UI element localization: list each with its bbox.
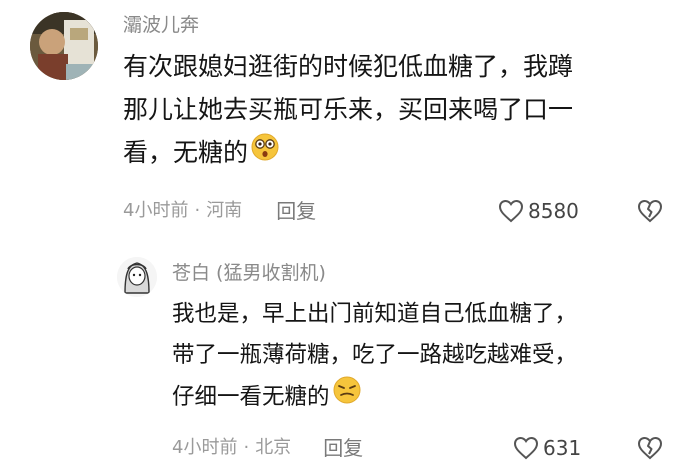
reply-text-line: 仔细一看无糖的 [172, 376, 577, 418]
comment-location: 河南 [206, 200, 243, 221]
broken-heart-icon [637, 436, 663, 460]
reply-like-button[interactable]: 631 [513, 436, 581, 460]
shocked-face-emoji [251, 131, 279, 174]
comment-time: 4小时前 [123, 200, 189, 221]
comment-text-line: 那儿让她去买瓶可乐来，买回来喝了口一 [123, 95, 574, 124]
reply-reply-button[interactable]: 回复 [323, 436, 363, 460]
like-count: 8580 [528, 199, 579, 223]
comment-text-line: 有次跟媳妇逛街的时候犯低血糖了，我蹲 [123, 52, 574, 81]
heart-icon [513, 436, 539, 460]
reply-text-line-3: 仔细一看无糖的 [172, 383, 330, 410]
grimacing-face-emoji [333, 376, 361, 418]
meta-separator: · [194, 200, 201, 221]
broken-heart-icon [637, 199, 663, 223]
reply-username[interactable]: 苍白 (猛男收割机) [172, 261, 326, 285]
reply-dislike-button[interactable] [637, 436, 663, 464]
comment-text-line-3: 看，无糖的 [123, 138, 249, 167]
comment-text-line: 看，无糖的 [123, 131, 573, 174]
avatar[interactable] [30, 12, 98, 80]
heart-icon [498, 199, 524, 223]
reply-location: 北京 [255, 437, 292, 458]
reply-avatar-image [117, 257, 157, 297]
reply-time: 4小时前 [172, 437, 238, 458]
meta-separator: · [243, 437, 250, 458]
reply-text-line: 我也是，早上出门前知道自己低血糖了， [172, 301, 578, 327]
reply-meta: 4小时前 · 北京 回复 [172, 436, 363, 460]
reply-like-count: 631 [543, 436, 582, 460]
reply-button[interactable]: 回复 [276, 199, 316, 223]
like-button[interactable]: 8580 [498, 199, 579, 223]
comment-meta: 4小时前 · 河南 回复 [123, 199, 316, 223]
reply-avatar[interactable] [117, 257, 157, 297]
comment-text: 有次跟媳妇逛街的时候犯低血糖了，我蹲 那儿让她去买瓶可乐来，买回来喝了口一 看，… [123, 45, 573, 174]
dislike-button[interactable] [637, 199, 663, 227]
avatar-image [30, 12, 98, 80]
reply-text-line: 带了一瓶薄荷糖，吃了一路越吃越难受， [172, 342, 578, 368]
comment-username[interactable]: 灞波儿奔 [123, 13, 199, 37]
reply-text: 我也是，早上出门前知道自己低血糖了， 带了一瓶薄荷糖，吃了一路越吃越难受， 仔细… [172, 294, 577, 418]
